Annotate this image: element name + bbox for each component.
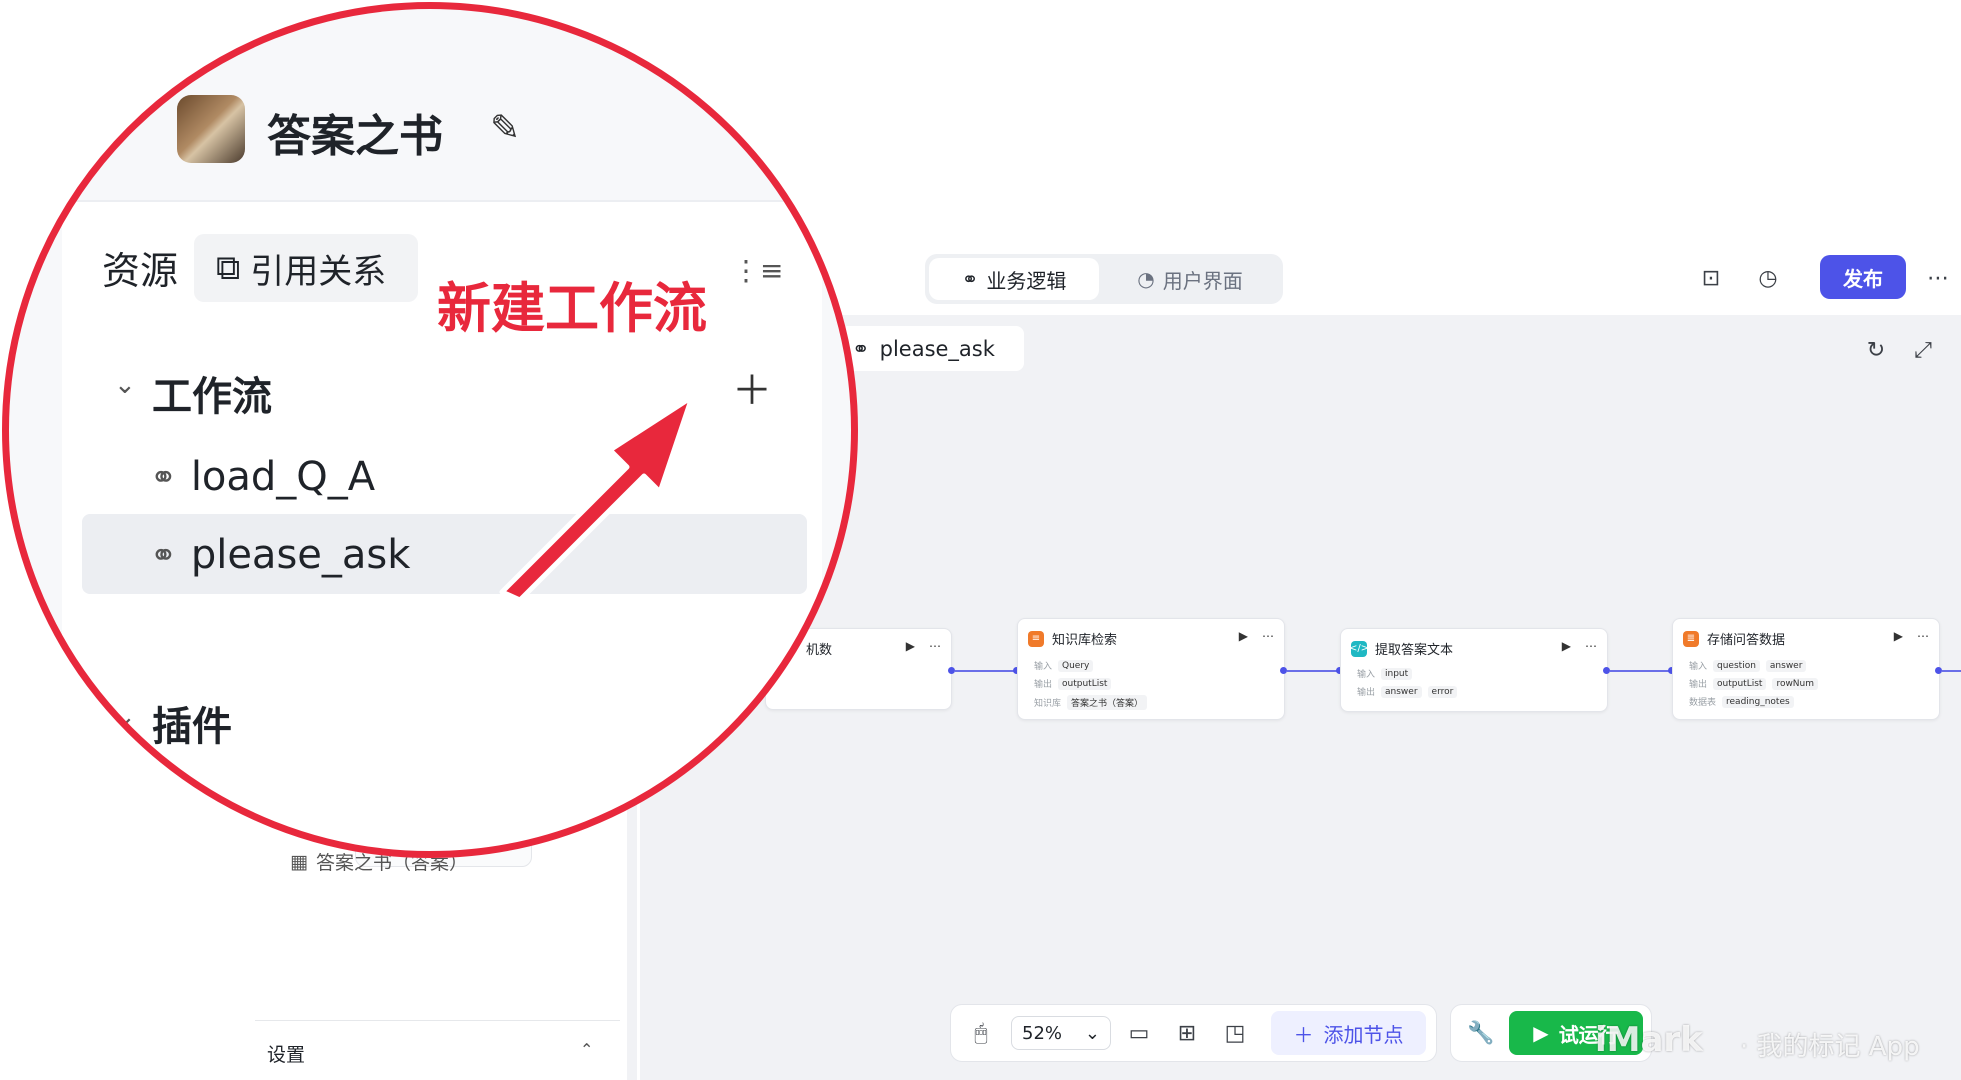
connection-edge xyxy=(955,670,1015,672)
play-icon[interactable]: ▶ xyxy=(1562,639,1571,653)
node-row: 输入 input xyxy=(1357,667,1413,680)
open-workflow-tab[interactable]: ⚭ please_ask xyxy=(840,326,1024,371)
row-label: 输入 xyxy=(1034,662,1053,672)
knowledge-icon: ≡ xyxy=(1028,630,1044,647)
tab-user-interface[interactable]: ◔ 用户界面 xyxy=(1105,258,1275,300)
tab-business-logic[interactable]: ⚭ 业务逻辑 xyxy=(929,258,1099,300)
workflow-icon: ⚭ xyxy=(852,336,870,361)
param-tag: rowNum xyxy=(1772,677,1819,690)
divider xyxy=(255,1020,620,1021)
node-knowledge-search[interactable]: ≡ 知识库检索 ▶ ⋯ 输入 Query 输出 outputList 知识库 答案之书（… xyxy=(1017,618,1285,720)
play-icon: ▶ xyxy=(1533,1021,1549,1045)
node-header: ≣ 存储问答数据 xyxy=(1683,629,1785,648)
chevron-down-icon: ⌄ xyxy=(1084,1022,1100,1044)
settings-label[interactable]: 设置 xyxy=(267,1040,305,1067)
play-icon[interactable]: ▶ xyxy=(906,639,915,653)
param-tag: 答案之书（答案） xyxy=(1067,695,1148,710)
refresh-icon[interactable]: ↻ xyxy=(1858,332,1894,368)
workflow-icon: ⚭ xyxy=(961,267,979,291)
layout-icon[interactable]: ⊞ xyxy=(1169,1015,1205,1051)
more-icon[interactable]: ⋯ xyxy=(1920,260,1956,296)
port-dot[interactable] xyxy=(1603,667,1610,674)
param-tag: error xyxy=(1427,685,1458,698)
tab-label: 业务逻辑 xyxy=(986,268,1067,293)
plus-icon: ＋ xyxy=(1293,1022,1314,1047)
node-row: 输入 question answer xyxy=(1689,659,1807,672)
node-title: 存储问答数据 xyxy=(1707,633,1786,648)
more-icon[interactable]: ⋯ xyxy=(1917,629,1929,643)
port-dot[interactable] xyxy=(948,667,955,674)
tab-label: please_ask xyxy=(879,336,995,361)
node-row: 输入 Query xyxy=(1034,659,1094,672)
minimap-icon[interactable]: ◳ xyxy=(1217,1015,1253,1051)
param-tag: input xyxy=(1381,667,1413,680)
comment-icon[interactable]: ▭ xyxy=(1121,1015,1157,1051)
chevron-up-icon[interactable]: ⌃ xyxy=(580,1040,593,1059)
param-tag: outputList xyxy=(1713,677,1767,690)
magnifier-ring xyxy=(2,2,858,858)
more-icon[interactable]: ⋯ xyxy=(929,639,941,653)
node-store-qa[interactable]: ≣ 存储问答数据 ▶ ⋯ 输入 question answer 输出 outputLis… xyxy=(1672,618,1940,720)
node-controls: ▶ ⋯ xyxy=(1239,629,1274,643)
watermark-text: · 我的标记 App xyxy=(1740,1032,1920,1062)
node-controls: ▶ ⋯ xyxy=(1562,639,1597,653)
node-row: 输出 outputList rowNum xyxy=(1689,677,1819,690)
row-label: 输出 xyxy=(1689,680,1708,690)
row-label: 知识库 xyxy=(1034,699,1062,709)
param-tag: reading_notes xyxy=(1722,695,1794,708)
more-icon[interactable]: ⋯ xyxy=(1262,629,1274,643)
archive-icon[interactable]: ⊡ xyxy=(1693,260,1729,296)
row-label: 输出 xyxy=(1034,680,1053,690)
add-node-button[interactable]: ＋ 添加节点 xyxy=(1271,1011,1426,1055)
add-node-label: 添加节点 xyxy=(1323,1022,1404,1047)
wrench-icon[interactable]: 🔧 xyxy=(1463,1015,1499,1051)
more-icon[interactable]: ⋯ xyxy=(1585,639,1597,653)
connection-edge xyxy=(1942,670,1961,672)
node-row: 输出 answer error xyxy=(1357,685,1458,698)
row-label: 输入 xyxy=(1689,662,1708,672)
view-switcher: ⚭ 业务逻辑 ◔ 用户界面 xyxy=(925,254,1283,304)
node-row: 知识库 答案之书（答案） xyxy=(1034,695,1148,710)
fullscreen-icon[interactable]: ⤢ xyxy=(1905,332,1941,368)
zoom-value: 52% xyxy=(1022,1022,1063,1044)
play-icon[interactable]: ▶ xyxy=(1894,629,1903,643)
tab-label: 用户界面 xyxy=(1162,268,1243,293)
param-tag: answer xyxy=(1765,659,1807,672)
node-title: 提取答案文本 xyxy=(1375,643,1454,658)
row-label: 输入 xyxy=(1357,670,1376,680)
node-controls: ▶ ⋯ xyxy=(1894,629,1929,643)
node-header: </> 提取答案文本 xyxy=(1349,639,1454,658)
param-tag: outputList xyxy=(1058,677,1112,690)
connection-edge xyxy=(1610,670,1670,672)
watermark-brand: iMark xyxy=(1595,1020,1703,1060)
mouse-mode-icon[interactable]: 🖱 xyxy=(963,1015,999,1051)
node-row: 数据表 reading_notes xyxy=(1689,695,1794,708)
database-icon: ≣ xyxy=(1683,630,1699,647)
param-tag: answer xyxy=(1381,685,1422,698)
palette-icon: ◔ xyxy=(1137,267,1155,291)
node-extract-answer[interactable]: </> 提取答案文本 ▶ ⋯ 输入 input 输出 answer error xyxy=(1340,628,1608,712)
history-icon[interactable]: ◷ xyxy=(1750,260,1786,296)
publish-button[interactable]: 发布 xyxy=(1820,255,1906,299)
node-controls: ▶ ⋯ xyxy=(906,639,941,653)
node-row: 输出 outputList xyxy=(1034,677,1112,690)
port-dot[interactable] xyxy=(1280,667,1287,674)
canvas-toolbar: 🖱 52% ⌄ ▭ ⊞ ◳ ＋ 添加节点 xyxy=(950,1004,1437,1062)
play-icon[interactable]: ▶ xyxy=(1239,629,1248,643)
port-dot[interactable] xyxy=(1935,667,1942,674)
param-tag: Query xyxy=(1058,659,1094,672)
code-icon: </> xyxy=(1349,640,1369,657)
row-label: 输出 xyxy=(1357,688,1376,698)
node-header: ≡ 知识库检索 xyxy=(1028,629,1117,648)
row-label: 数据表 xyxy=(1689,698,1717,708)
zoom-select[interactable]: 52% ⌄ xyxy=(1011,1016,1111,1050)
connection-edge xyxy=(1287,670,1339,672)
param-tag: question xyxy=(1713,659,1760,672)
node-title: 知识库检索 xyxy=(1052,633,1118,648)
